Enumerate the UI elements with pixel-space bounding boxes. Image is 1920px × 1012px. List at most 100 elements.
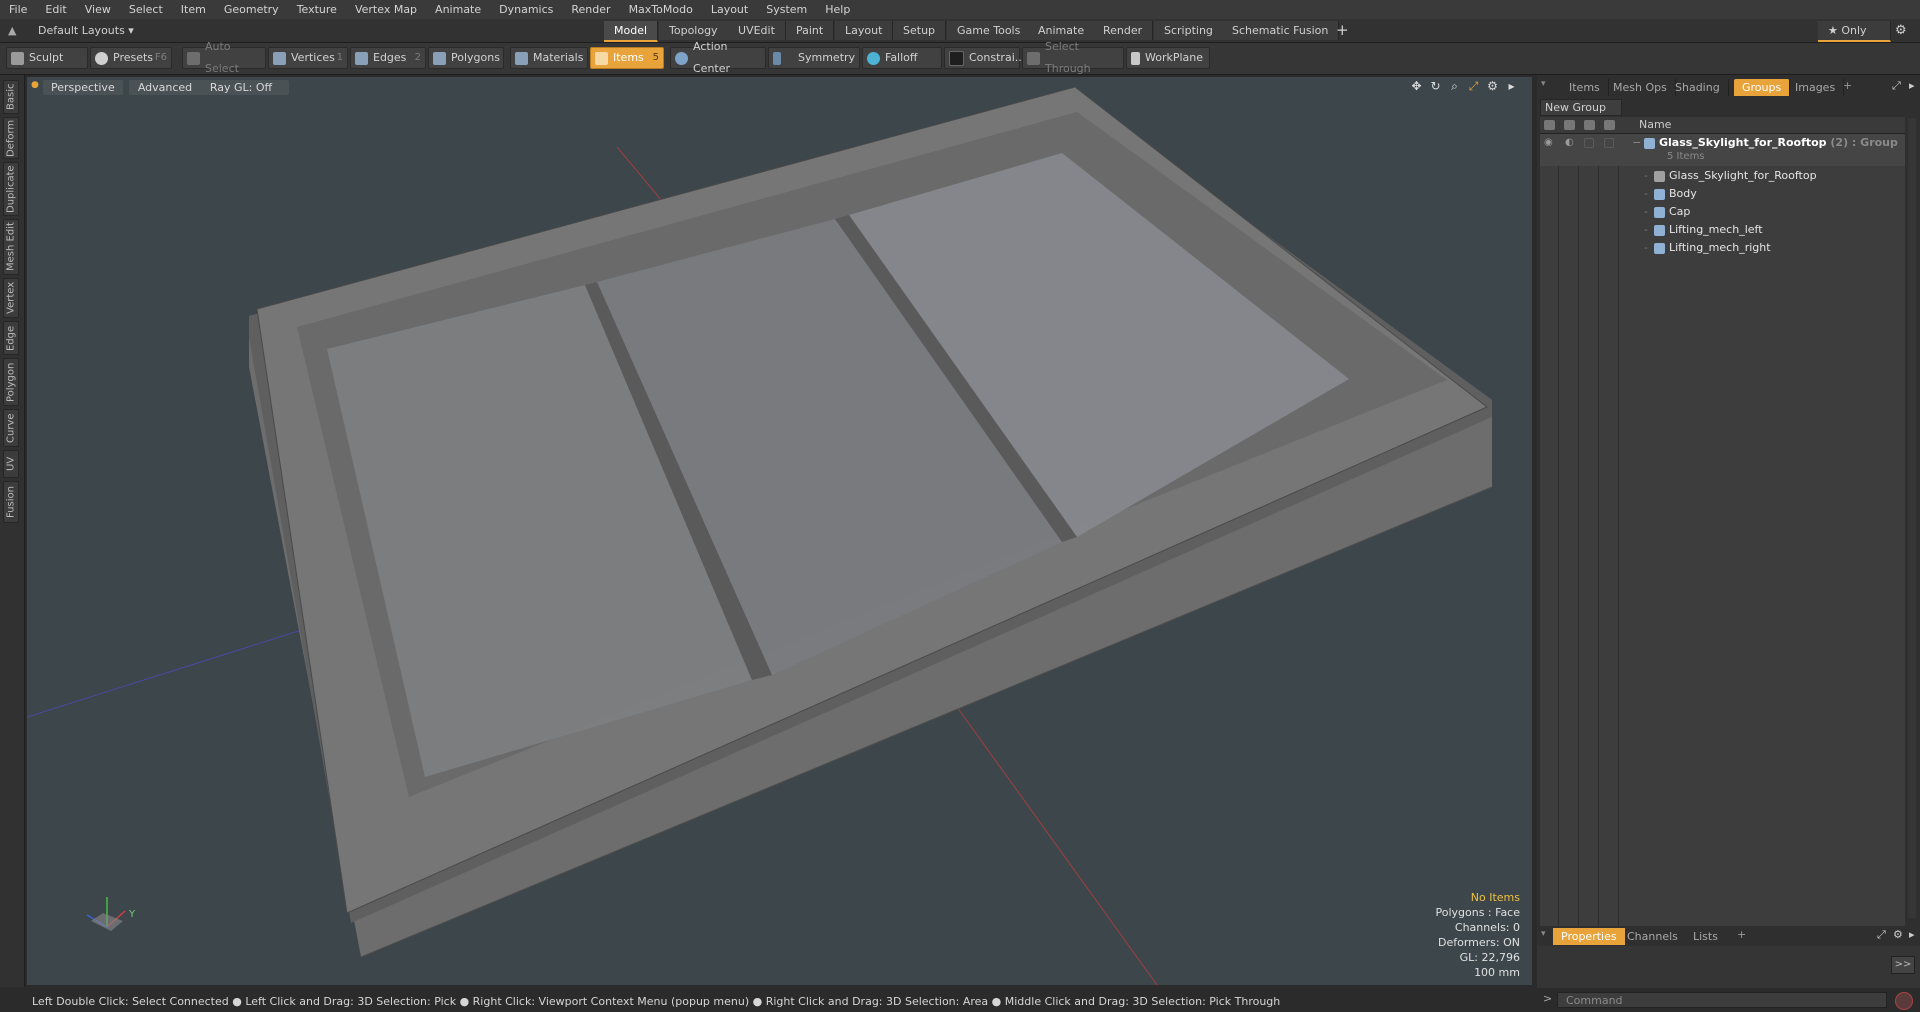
- side-tab-fusion[interactable]: Fusion: [3, 481, 19, 523]
- side-tab-mesh-edit[interactable]: Mesh Edit: [3, 219, 19, 275]
- menu-dynamics[interactable]: Dynamics: [490, 0, 562, 19]
- tab-paint[interactable]: Paint: [786, 21, 835, 40]
- menu-file[interactable]: File: [0, 0, 36, 19]
- workplane-button[interactable]: WorkPlane: [1126, 47, 1210, 69]
- visibility-header-icon[interactable]: [1544, 120, 1555, 130]
- action-center-button[interactable]: Action Center: [670, 40, 766, 75]
- tab-layout[interactable]: Layout: [835, 21, 894, 40]
- bottom-expand-icon[interactable]: ▸: [1909, 928, 1915, 941]
- tree-row-item[interactable]: - Lifting_mech_right: [1540, 239, 1905, 257]
- expand-button[interactable]: >>: [1891, 956, 1915, 974]
- 3d-viewport[interactable]: Y ● Perspective Advanced Ray GL: Off ✥ ↻…: [27, 77, 1532, 985]
- vertices-button[interactable]: Vertices 1: [268, 47, 348, 69]
- auto-select-button[interactable]: Auto Select: [182, 40, 266, 75]
- viewport-settings-icon[interactable]: ⚙: [1486, 80, 1499, 93]
- viewport-expand-icon[interactable]: ▸: [1505, 80, 1518, 93]
- new-group-button[interactable]: New Group: [1540, 99, 1622, 116]
- menu-system[interactable]: System: [757, 0, 816, 19]
- tree-row-item[interactable]: - Cap: [1540, 203, 1905, 221]
- tab-images[interactable]: Images: [1787, 79, 1845, 96]
- lock-checkbox[interactable]: [1584, 138, 1594, 148]
- gear-icon[interactable]: ⚙: [1895, 22, 1907, 39]
- tree-scrollbar[interactable]: [1908, 118, 1916, 918]
- add-bottom-tab-button[interactable]: +: [1737, 928, 1746, 941]
- tree-row-item[interactable]: - Lifting_mech_left: [1540, 221, 1905, 239]
- bottom-panel-menu-icon[interactable]: ▾: [1541, 929, 1546, 939]
- menu-animate[interactable]: Animate: [426, 0, 490, 19]
- menu-texture[interactable]: Texture: [288, 0, 346, 19]
- menu-item[interactable]: Item: [172, 0, 215, 19]
- add-panel-tab-button[interactable]: +: [1843, 79, 1852, 92]
- presets-button[interactable]: Presets F6: [90, 47, 172, 69]
- menu-select[interactable]: Select: [120, 0, 172, 19]
- layout-selector[interactable]: Default Layouts ▾: [38, 22, 134, 39]
- tab-channels[interactable]: Channels: [1619, 928, 1686, 945]
- auto-select-icon: [187, 51, 200, 65]
- panel-menu-icon[interactable]: ▾: [1541, 79, 1546, 89]
- menu-layout[interactable]: Layout: [702, 0, 757, 19]
- side-tab-edge[interactable]: Edge: [3, 321, 19, 355]
- constraints-button[interactable]: Constrai...: [944, 47, 1025, 69]
- select-header-icon[interactable]: [1604, 120, 1615, 130]
- menu-geometry[interactable]: Geometry: [215, 0, 288, 19]
- select-checkbox[interactable]: [1604, 138, 1614, 148]
- tab-game-tools[interactable]: Game Tools: [947, 21, 1032, 40]
- zoom-view-icon[interactable]: ⌕: [1448, 80, 1461, 93]
- render-toggle-icon[interactable]: ◐: [1565, 134, 1574, 152]
- command-input[interactable]: Command: [1557, 992, 1887, 1008]
- side-tab-duplicate[interactable]: Duplicate: [3, 162, 19, 216]
- falloff-button[interactable]: Falloff: [862, 47, 942, 69]
- tab-model[interactable]: Model: [604, 21, 659, 42]
- panel-maximize-icon[interactable]: ⤢: [1892, 79, 1901, 93]
- materials-button[interactable]: Materials: [510, 47, 588, 69]
- record-icon[interactable]: [1895, 992, 1913, 1010]
- render-header-icon[interactable]: [1564, 120, 1575, 130]
- tab-items[interactable]: Items: [1561, 79, 1609, 96]
- add-tab-button[interactable]: +: [1336, 22, 1349, 39]
- menu-vertex-map[interactable]: Vertex Map: [346, 0, 426, 19]
- layout-collapse-icon[interactable]: ▲: [8, 22, 16, 39]
- maximize-view-icon[interactable]: ⤢: [1467, 80, 1480, 93]
- collapse-icon[interactable]: −: [1632, 134, 1641, 152]
- polygons-button[interactable]: Polygons: [428, 47, 504, 69]
- constraints-checkbox[interactable]: [949, 50, 964, 66]
- advanced-dropdown[interactable]: Advanced: [129, 80, 201, 95]
- panel-expand-icon[interactable]: ▸: [1909, 79, 1915, 92]
- side-tab-curve[interactable]: Curve: [3, 409, 19, 447]
- menu-render[interactable]: Render: [562, 0, 619, 19]
- side-tab-basic[interactable]: Basic: [3, 80, 19, 114]
- menu-edit[interactable]: Edit: [36, 0, 75, 19]
- tab-scripting[interactable]: Scripting: [1154, 21, 1224, 40]
- side-tab-vertex[interactable]: Vertex: [3, 278, 19, 318]
- raygl-dropdown[interactable]: Ray GL: Off: [193, 80, 289, 95]
- move-view-icon[interactable]: ✥: [1410, 80, 1423, 93]
- tab-groups[interactable]: Groups: [1734, 79, 1791, 96]
- tree-row-item[interactable]: - Body: [1540, 185, 1905, 203]
- items-button[interactable]: Items 5: [590, 47, 664, 69]
- tree-row-item[interactable]: - Glass_Skylight_for_Rooftop: [1540, 167, 1905, 185]
- eye-icon[interactable]: ◉: [1544, 134, 1553, 152]
- bottom-settings-icon[interactable]: ⚙: [1893, 928, 1903, 941]
- only-button[interactable]: ★ Only: [1818, 21, 1891, 42]
- tab-mesh-ops[interactable]: Mesh Ops: [1605, 79, 1676, 96]
- tab-schematic-fusion[interactable]: Schematic Fusion: [1222, 21, 1340, 40]
- tab-shading[interactable]: Shading: [1667, 79, 1729, 96]
- side-tab-polygon[interactable]: Polygon: [3, 358, 19, 406]
- sculpt-button[interactable]: Sculpt: [6, 47, 88, 69]
- side-tab-uv[interactable]: UV: [3, 450, 19, 478]
- rotate-view-icon[interactable]: ↻: [1429, 80, 1442, 93]
- lock-header-icon[interactable]: [1584, 120, 1595, 130]
- tab-setup[interactable]: Setup: [893, 21, 947, 40]
- symmetry-button[interactable]: Symmetry: [768, 47, 860, 69]
- tab-lists[interactable]: Lists: [1685, 928, 1726, 945]
- perspective-dropdown[interactable]: Perspective: [43, 80, 123, 95]
- bottom-maximize-icon[interactable]: ⤢: [1877, 928, 1886, 942]
- tab-properties[interactable]: Properties: [1553, 928, 1625, 945]
- menu-help[interactable]: Help: [816, 0, 859, 19]
- side-tab-deform[interactable]: Deform: [3, 117, 19, 159]
- menu-view[interactable]: View: [76, 0, 120, 19]
- tree-row-group[interactable]: ◉ ◐ − Glass_Skylight_for_Rooftop (2) : G…: [1540, 134, 1905, 166]
- select-through-button[interactable]: Select Through: [1022, 40, 1124, 75]
- menu-maxtomodo[interactable]: MaxToModo: [620, 0, 702, 19]
- edges-button[interactable]: Edges 2: [350, 47, 426, 69]
